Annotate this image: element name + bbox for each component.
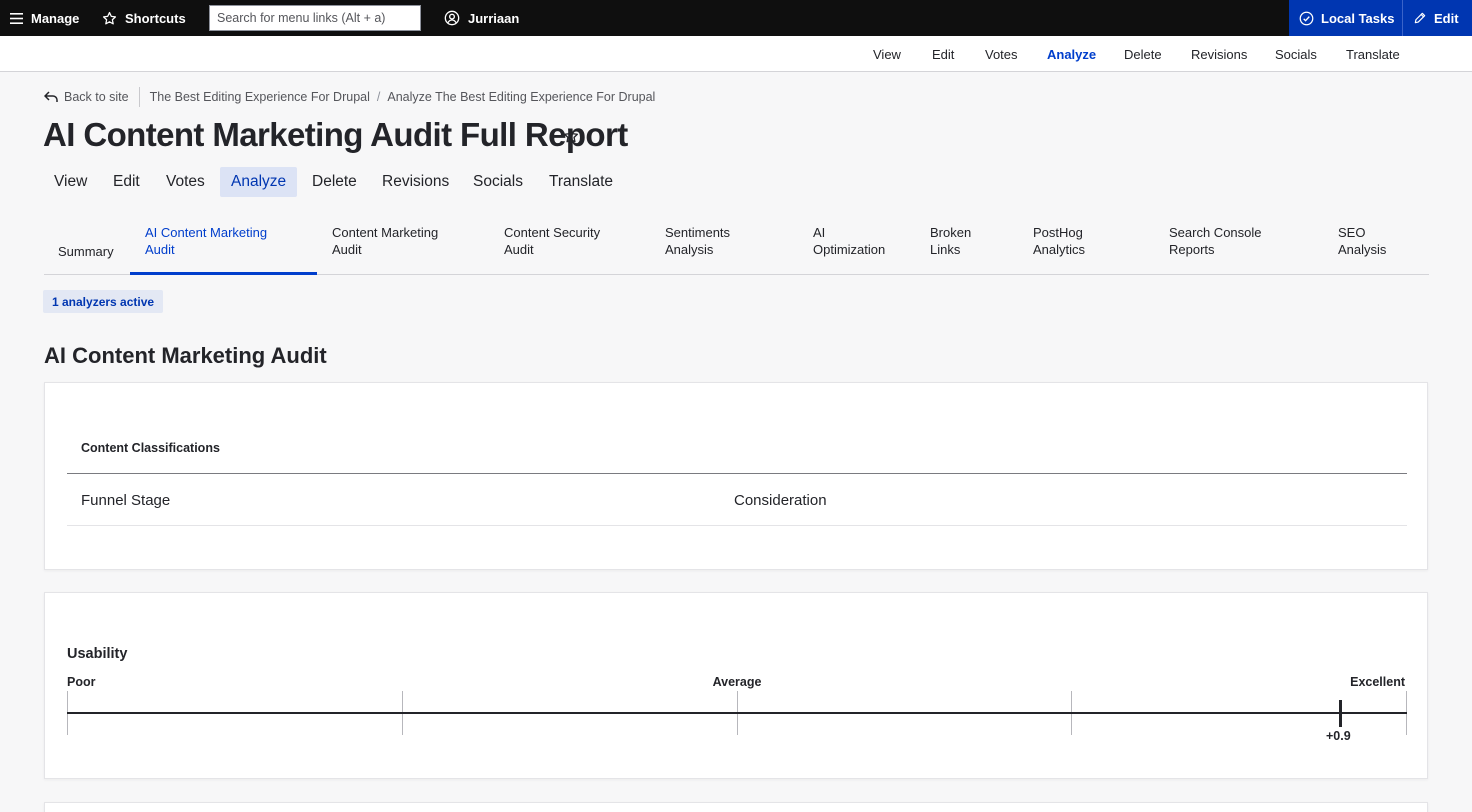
tab-content-marketing-audit[interactable]: Content Marketing Audit xyxy=(332,224,438,258)
usability-score-label: +0.9 xyxy=(1326,729,1351,743)
local-tasks-button[interactable]: Local Tasks xyxy=(1289,0,1402,36)
tray-item-delete[interactable]: Delete xyxy=(1124,36,1162,72)
tab-summary[interactable]: Summary xyxy=(58,243,114,260)
tray-item-translate[interactable]: Translate xyxy=(1346,36,1400,72)
tray-item-votes[interactable]: Votes xyxy=(985,36,1018,72)
tab-label: Sentiments xyxy=(665,225,731,240)
tab-sentiments-analysis[interactable]: Sentiments Analysis xyxy=(665,224,730,258)
tab-translate[interactable]: Translate xyxy=(538,167,624,197)
menu-search-input[interactable] xyxy=(209,5,421,31)
analyzers-active-badge: 1 analyzers active xyxy=(43,290,164,313)
breadcrumb: Back to site The Best Editing Experience… xyxy=(44,87,655,107)
section-title: AI Content Marketing Audit xyxy=(44,343,327,368)
tab-votes[interactable]: Votes xyxy=(155,167,216,197)
classifications-heading: Content Classifications xyxy=(81,441,220,455)
back-to-site-link[interactable]: Back to site xyxy=(44,87,140,107)
tab-ai-optimization[interactable]: AI Optimization xyxy=(813,224,885,258)
shortcuts-button[interactable]: Shortcuts xyxy=(102,0,186,36)
usability-card: Usability Poor Average Excellent +0.9 xyxy=(44,592,1428,779)
breadcrumb-item-analyze[interactable]: Analyze The Best Editing Experience For … xyxy=(387,90,655,104)
tab-revisions[interactable]: Revisions xyxy=(371,167,460,197)
scale-low-label: Poor xyxy=(67,675,96,689)
tab-label: Content Security xyxy=(504,225,601,240)
tab-broken-links[interactable]: Broken Links xyxy=(930,224,971,258)
tab-label: Search Console xyxy=(1169,225,1262,240)
funnel-stage-label: Funnel Stage xyxy=(81,492,171,509)
scale-mid-text: Average xyxy=(712,675,762,689)
usability-title: Usability xyxy=(67,646,128,662)
tray-item-revisions[interactable]: Revisions xyxy=(1191,36,1247,72)
tab-label: Links xyxy=(930,242,961,257)
user-menu-button[interactable]: Jurriaan xyxy=(444,0,519,36)
usability-scale xyxy=(67,712,1407,714)
table-row-divider xyxy=(67,525,1407,526)
tray-item-view[interactable]: View xyxy=(873,36,901,72)
tab-label: Summary xyxy=(58,244,114,259)
tab-analyze[interactable]: Analyze xyxy=(220,167,298,197)
hamburger-icon xyxy=(10,12,23,24)
admin-toolbar: Manage Shortcuts Jurriaan Local Tasks Ed… xyxy=(0,0,1472,36)
tray-item-analyze[interactable]: Analyze xyxy=(1047,36,1096,72)
page-title: AI Content Marketing Audit Full Report xyxy=(43,116,628,153)
tab-ai-content-marketing-audit[interactable]: AI Content Marketing Audit xyxy=(145,224,267,258)
user-name: Jurriaan xyxy=(468,10,520,26)
tab-seo-analysis[interactable]: SEO Analysis xyxy=(1338,224,1386,258)
edit-mode-label: Edit xyxy=(1434,10,1459,26)
tab-label: AI Content Marketing xyxy=(145,225,268,240)
classifications-card: Content Classifications Funnel Stage Con… xyxy=(44,382,1428,570)
tab-search-console-reports[interactable]: Search Console Reports xyxy=(1169,224,1262,258)
tab-label: Broken xyxy=(930,225,972,240)
tab-label: SEO xyxy=(1338,225,1366,240)
back-to-site-label: Back to site xyxy=(64,90,129,104)
tab-label: Analytics xyxy=(1033,242,1086,257)
tab-socials[interactable]: Socials xyxy=(462,167,534,197)
tray-item-edit[interactable]: Edit xyxy=(932,36,954,72)
tab-label: Optimization xyxy=(813,242,886,257)
tab-label: Content Marketing xyxy=(332,225,439,240)
tab-content-security-audit[interactable]: Content Security Audit xyxy=(504,224,600,258)
local-tasks-label: Local Tasks xyxy=(1321,10,1395,26)
tab-label: Audit xyxy=(145,242,175,257)
tab-posthog-analytics[interactable]: PostHog Analytics xyxy=(1033,224,1085,258)
edit-mode-button[interactable]: Edit xyxy=(1402,0,1472,36)
tab-label: AI xyxy=(813,225,826,240)
manage-label: Manage xyxy=(31,10,80,26)
shortcuts-label: Shortcuts xyxy=(125,10,186,26)
tab-edit[interactable]: Edit xyxy=(102,167,151,197)
usability-score-marker xyxy=(1338,700,1342,727)
funnel-stage-value: Consideration xyxy=(734,492,827,509)
manage-button[interactable]: Manage xyxy=(10,0,79,36)
next-card xyxy=(44,802,1428,812)
user-icon xyxy=(444,10,460,26)
tab-delete[interactable]: Delete xyxy=(301,167,368,197)
tab-label: PostHog xyxy=(1033,225,1083,240)
tab-view[interactable]: View xyxy=(43,167,98,197)
tray-item-socials[interactable]: Socials xyxy=(1275,36,1317,72)
tab-label: Analysis xyxy=(1338,242,1387,257)
breadcrumb-separator: / xyxy=(376,90,381,104)
tab-label: Audit xyxy=(504,242,534,257)
scale-high-label: Excellent xyxy=(1350,675,1405,689)
local-tasks-tray: View Edit Votes Analyze Delete Revisions… xyxy=(0,36,1472,72)
star-icon xyxy=(102,11,117,24)
tab-label: Reports xyxy=(1169,242,1215,257)
favorite-star-icon[interactable] xyxy=(563,128,579,144)
back-arrow-icon xyxy=(44,91,58,102)
pencil-icon xyxy=(1414,12,1426,24)
breadcrumb-item-node[interactable]: The Best Editing Experience For Drupal xyxy=(150,90,370,104)
table-header-rule xyxy=(67,473,1407,474)
tab-label: Analysis xyxy=(665,242,714,257)
active-tab-indicator xyxy=(130,272,317,275)
tab-label: Audit xyxy=(332,242,362,257)
check-circle-icon xyxy=(1299,11,1314,25)
